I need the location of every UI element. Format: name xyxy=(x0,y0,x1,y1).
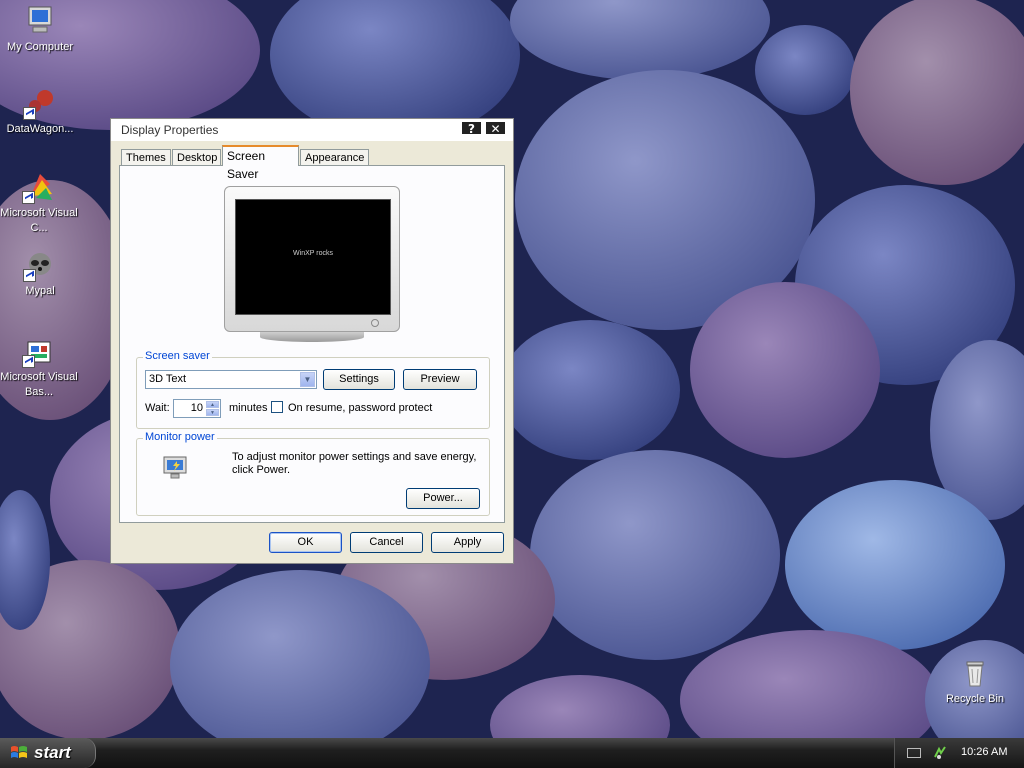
monitor-power-description: To adjust monitor power settings and sav… xyxy=(232,451,477,476)
preview-screen-text: WinXP rocks xyxy=(293,250,333,257)
desktop-icon-my-computer[interactable]: My Computer xyxy=(0,4,80,55)
settings-button[interactable]: Settings xyxy=(323,369,395,390)
system-tray: 10:26 AM xyxy=(894,738,1024,768)
screen-saver-selected-value: 3D Text xyxy=(149,373,187,385)
group-label-monitor-power: Monitor power xyxy=(143,431,217,443)
window-title: Display Properties xyxy=(121,123,219,137)
screen-saver-group: Screen saver 3D Text ▼ Settings Preview … xyxy=(136,350,490,429)
desktop-icon-recycle-bin[interactable]: Recycle Bin xyxy=(935,656,1015,707)
desktop-icon-label: My Computer xyxy=(6,41,74,53)
tab-themes[interactable]: Themes xyxy=(121,149,171,165)
wait-minutes-stepper[interactable]: 10 ▲ ▼ xyxy=(173,399,221,418)
preview-screen: WinXP rocks xyxy=(235,199,391,315)
start-button[interactable]: start xyxy=(0,738,96,768)
monitor-stand xyxy=(260,332,364,342)
windows-logo-icon xyxy=(11,746,27,758)
preview-button[interactable]: Preview xyxy=(403,369,477,390)
password-protect-label[interactable]: On resume, password protect xyxy=(288,402,432,414)
title-bar[interactable]: Display Properties ? ✕ xyxy=(111,119,513,142)
recycle-bin-icon xyxy=(958,656,992,690)
tab-screen-saver[interactable]: Screen Saver xyxy=(222,145,299,181)
desktop-icon-mypal[interactable]: Mypal xyxy=(0,248,80,299)
desktop-icon-visual-basic[interactable]: Microsoft Visual Bas... xyxy=(0,334,78,400)
visual-studio-icon xyxy=(22,170,56,204)
ok-button[interactable]: OK xyxy=(269,532,342,553)
screen-saver-select[interactable]: 3D Text ▼ xyxy=(145,370,317,389)
desktop-icon-label: Mypal xyxy=(25,285,55,297)
desktop-icon-label: Microsoft Visual C... xyxy=(0,207,78,234)
keyboard-icon[interactable] xyxy=(907,748,921,758)
tab-desktop[interactable]: Desktop xyxy=(172,149,221,165)
cancel-button[interactable]: Cancel xyxy=(350,532,423,553)
wait-minutes-value[interactable]: 10 xyxy=(191,402,203,414)
monitor-preview: WinXP rocks xyxy=(224,186,400,332)
mypal-raccoon-icon xyxy=(23,248,57,282)
desktop-icon-label: DataWagon... xyxy=(6,123,74,135)
energy-monitor-icon xyxy=(163,456,187,479)
datawagon-icon xyxy=(23,86,57,120)
taskbar: start 10:26 AM xyxy=(0,738,1024,768)
shortcut-arrow-icon xyxy=(22,191,35,204)
monitor-power-led-icon xyxy=(371,319,379,327)
minutes-label: minutes xyxy=(229,402,268,414)
apply-button[interactable]: Apply xyxy=(431,532,504,553)
help-button[interactable]: ? xyxy=(461,121,482,136)
desktop-icon-label: Microsoft Visual Bas... xyxy=(0,371,78,398)
close-button[interactable]: ✕ xyxy=(485,121,506,136)
clock[interactable]: 10:26 AM xyxy=(961,746,1007,758)
visual-basic-icon xyxy=(22,334,56,368)
spin-up-icon[interactable]: ▲ xyxy=(206,401,219,408)
screen-saver-panel: WinXP rocks Screen saver 3D Text ▼ Setti… xyxy=(119,165,505,523)
shortcut-arrow-icon xyxy=(23,269,36,282)
network-icon[interactable] xyxy=(933,745,947,759)
start-label: start xyxy=(34,743,71,762)
monitor-power-group: Monitor power To adjust monitor power se… xyxy=(136,431,490,516)
power-button[interactable]: Power... xyxy=(406,488,480,509)
spin-down-icon[interactable]: ▼ xyxy=(206,409,219,416)
tab-appearance[interactable]: Appearance xyxy=(300,149,369,165)
group-label-screen-saver: Screen saver xyxy=(143,350,212,362)
shortcut-arrow-icon xyxy=(23,107,36,120)
display-properties-window: Display Properties ? ✕ Themes Desktop Sc… xyxy=(110,118,514,564)
computer-icon xyxy=(23,4,57,38)
chevron-down-icon[interactable]: ▼ xyxy=(300,372,315,387)
password-protect-checkbox[interactable] xyxy=(271,401,283,413)
shortcut-arrow-icon xyxy=(22,355,35,368)
wait-label: Wait: xyxy=(145,402,170,414)
desktop-icon-visual-c[interactable]: Microsoft Visual C... xyxy=(0,170,78,236)
desktop-icon-datawagon[interactable]: DataWagon... xyxy=(0,86,80,137)
desktop-icon-label: Recycle Bin xyxy=(945,693,1005,705)
